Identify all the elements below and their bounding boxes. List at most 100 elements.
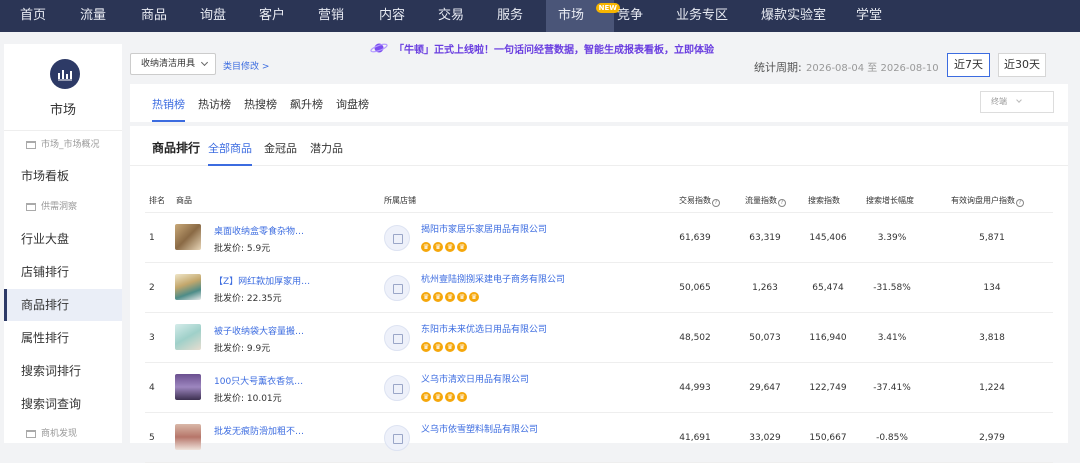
crown-icon: ♛: [421, 292, 431, 302]
table-row[interactable]: 3 被子收纳袋大容量搬… 批发价: 9.9元 东阳市未来优选日用品有限公司 ♛ ♛…: [145, 313, 1053, 363]
shop-icon: [384, 225, 410, 251]
shop-name-link[interactable]: 东阳市未来优选日用品有限公司: [421, 322, 547, 335]
category-edit-link[interactable]: 类目修改 >: [223, 59, 269, 72]
tab-hot-visit[interactable]: 热访榜: [198, 96, 231, 112]
row-rank: 1: [149, 233, 155, 243]
crown-icon: ♛: [457, 342, 467, 352]
table-row[interactable]: 2 【Z】网红款加厚家用… 批发价: 22.35元 杭州壹陆捌捌采建电子商务有限…: [145, 263, 1053, 313]
row-rank: 2: [149, 283, 155, 293]
tab-potential[interactable]: 潜力品: [310, 140, 343, 156]
sidebar-group-supply-demand: 供需洞察: [4, 195, 122, 219]
tab-rising[interactable]: 飙升榜: [290, 96, 323, 112]
period-7d-button[interactable]: 近7天: [947, 53, 990, 77]
sidebar-item-product-rank[interactable]: 商品排行: [4, 289, 122, 321]
period-30d-button[interactable]: 近30天: [998, 53, 1046, 77]
col-traffic-index[interactable]: 流量指数?: [745, 195, 786, 207]
help-icon[interactable]: ?: [1016, 199, 1024, 207]
planet-icon: [370, 43, 388, 53]
tab-gold-crown[interactable]: 金冠品: [264, 140, 297, 156]
help-icon[interactable]: ?: [778, 199, 786, 207]
row-rank: 3: [149, 333, 155, 343]
table-row[interactable]: 1 桌面收纳盒零食杂物… 批发价: 5.9元 揭阳市家居乐家居用品有限公司 ♛ ♛…: [145, 213, 1053, 263]
product-thumbnail[interactable]: [175, 224, 201, 250]
category-value: 收纳清洁用具: [141, 59, 196, 69]
tab-hot-sales[interactable]: 热销榜: [152, 96, 185, 122]
traffic-index: 33,029: [749, 433, 781, 443]
product-price: 批发价: 5.9元: [214, 244, 271, 254]
shop-name-link[interactable]: 揭阳市家居乐家居用品有限公司: [421, 222, 547, 235]
nav-item-market-label: 市场: [558, 8, 585, 23]
search-growth: 3.39%: [877, 233, 907, 243]
announcement-banner[interactable]: 「牛顿」正式上线啦！一句话问经营数据，智能生成报表看板，立即体验: [370, 39, 714, 57]
nav-item-traffic[interactable]: 流量: [80, 0, 106, 32]
row-rank: 4: [149, 383, 155, 393]
crown-rating: ♛ ♛ ♛ ♛: [421, 392, 467, 402]
ranking-panel: 商品排行 全部商品 金冠品 潜力品 排名 商品 所属店铺 交易指数? 流量指数?…: [130, 126, 1068, 463]
nav-item-marketing[interactable]: 营销: [318, 0, 344, 32]
inquiry-index: 3,818: [979, 333, 1005, 343]
nav-item-compete[interactable]: 竞争: [617, 0, 643, 32]
product-thumbnail[interactable]: [175, 274, 201, 300]
sidebar-item-attr-rank[interactable]: 属性排行: [4, 322, 122, 354]
product-thumbnail[interactable]: [175, 374, 201, 400]
search-growth: 3.41%: [877, 333, 907, 343]
folder-icon: [26, 141, 36, 149]
sidebar-item-keyword-query[interactable]: 搜索词查询: [4, 388, 122, 420]
col-inquiry-index[interactable]: 有效询盘用户指数?: [951, 195, 1024, 207]
product-name-link[interactable]: 桌面收纳盒零食杂物…: [214, 224, 304, 237]
shop-icon: [384, 325, 410, 351]
nav-item-service[interactable]: 服务: [497, 0, 523, 32]
sidebar: 市场 市场_市场概况 市场看板 供需洞察 行业大盘 店铺排行 商品排行 属性排行…: [4, 44, 122, 443]
terminal-select[interactable]: 终端: [980, 91, 1054, 113]
category-select[interactable]: 收纳清洁用具: [130, 53, 216, 75]
ranking-header: 商品排行 全部商品 金冠品 潜力品: [130, 126, 1068, 166]
search-index: 116,940: [809, 333, 847, 343]
traffic-index: 29,647: [749, 383, 781, 393]
crown-icon: ♛: [421, 242, 431, 252]
product-name-link[interactable]: 【Z】网红款加厚家用…: [214, 274, 310, 287]
table-row[interactable]: 4 100只大号薰衣香氛… 批发价: 10.01元 义乌市清欢日用品有限公司 ♛…: [145, 363, 1053, 413]
folder-icon: [26, 430, 36, 438]
nav-item-inquiry[interactable]: 询盘: [200, 0, 226, 32]
nav-item-business[interactable]: 业务专区: [676, 0, 728, 32]
crown-icon: ♛: [445, 342, 455, 352]
sidebar-item-industry[interactable]: 行业大盘: [4, 223, 122, 255]
col-shop: 所属店铺: [384, 196, 416, 205]
product-thumbnail[interactable]: [175, 424, 201, 450]
sidebar-title: 市场: [49, 103, 76, 118]
divider: [4, 130, 122, 131]
search-growth: -0.85%: [876, 433, 908, 443]
traffic-index: 1,263: [752, 283, 778, 293]
tab-hot-search[interactable]: 热搜榜: [244, 96, 277, 112]
shop-icon: [384, 275, 410, 301]
product-name-link[interactable]: 100只大号薰衣香氛…: [214, 374, 303, 387]
sidebar-item-market-board[interactable]: 市场看板: [4, 160, 122, 192]
shop-name-link[interactable]: 义乌市清欢日用品有限公司: [421, 372, 529, 385]
nav-item-customer[interactable]: 客户: [259, 0, 285, 32]
nav-item-product[interactable]: 商品: [141, 0, 167, 32]
product-name-link[interactable]: 被子收纳袋大容量搬…: [214, 324, 304, 337]
table-header: 排名 商品 所属店铺 交易指数? 流量指数? 搜索指数 搜索增长幅度 有效询盘用…: [145, 185, 1053, 213]
nav-item-content[interactable]: 内容: [379, 0, 405, 32]
nav-item-home[interactable]: 首页: [20, 0, 46, 32]
col-search-growth: 搜索增长幅度: [866, 196, 914, 205]
nav-item-market[interactable]: 市场 NEW: [546, 0, 620, 32]
sidebar-item-shop-rank[interactable]: 店铺排行: [4, 256, 122, 288]
product-name-link[interactable]: 批发无痕防滑加粗不…: [214, 424, 304, 437]
crown-icon: ♛: [433, 392, 443, 402]
help-icon[interactable]: ?: [712, 199, 720, 207]
tab-all-products[interactable]: 全部商品: [208, 140, 252, 166]
crown-icon: ♛: [457, 392, 467, 402]
nav-item-school[interactable]: 学堂: [856, 0, 882, 32]
table-row[interactable]: 5 批发无痕防滑加粗不… 义乌市依雪塑料制品有限公司 41,691 33,029…: [145, 413, 1053, 463]
tab-inquiry[interactable]: 询盘榜: [336, 96, 369, 112]
nav-item-trade[interactable]: 交易: [438, 0, 464, 32]
shop-name-link[interactable]: 义乌市依雪塑料制品有限公司: [421, 422, 538, 435]
nav-item-lab[interactable]: 爆款实验室: [761, 0, 826, 32]
col-trade-index[interactable]: 交易指数?: [679, 195, 720, 207]
shop-name-link[interactable]: 杭州壹陆捌捌采建电子商务有限公司: [421, 272, 565, 285]
period-range[interactable]: 2026-08-04 至 2026-08-10: [806, 59, 939, 74]
inquiry-index: 134: [983, 283, 1001, 293]
sidebar-item-keyword-rank[interactable]: 搜索词排行: [4, 355, 122, 387]
product-thumbnail[interactable]: [175, 324, 201, 350]
